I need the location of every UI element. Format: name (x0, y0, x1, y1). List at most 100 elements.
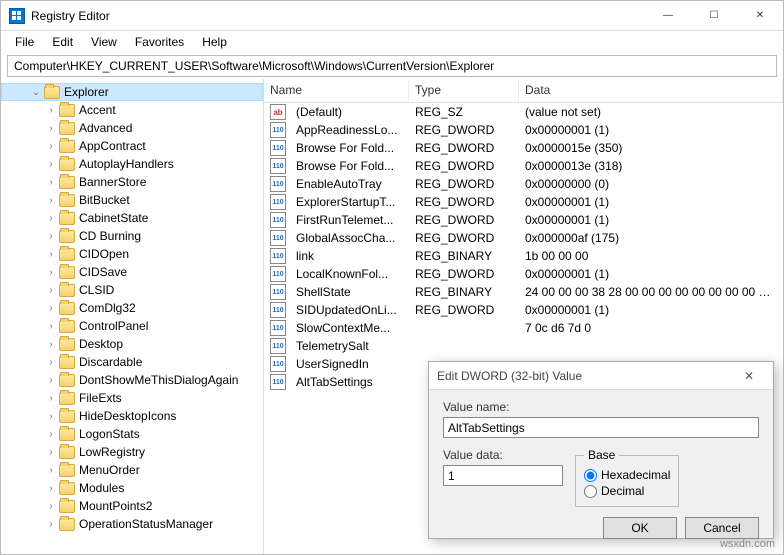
tree-node[interactable]: ›LogonStats (1, 425, 263, 443)
chevron-right-icon[interactable]: › (45, 411, 57, 422)
value-data: 0x0000013e (318) (519, 159, 783, 173)
list-row[interactable]: Browse For Fold...REG_DWORD0x0000013e (3… (264, 157, 783, 175)
chevron-down-icon[interactable]: ⌄ (30, 87, 42, 98)
cancel-button[interactable]: Cancel (685, 517, 759, 539)
list-row[interactable]: (Default)REG_SZ(value not set) (264, 103, 783, 121)
chevron-right-icon[interactable]: › (45, 357, 57, 368)
chevron-right-icon[interactable]: › (45, 465, 57, 476)
list-row[interactable]: TelemetrySalt (264, 337, 783, 355)
list-row[interactable]: SIDUpdatedOnLi...REG_DWORD0x00000001 (1) (264, 301, 783, 319)
ok-button[interactable]: OK (603, 517, 677, 539)
chevron-right-icon[interactable]: › (45, 393, 57, 404)
tree-node[interactable]: ›CIDOpen (1, 245, 263, 263)
tree-node[interactable]: ›DontShowMeThisDialogAgain (1, 371, 263, 389)
tree-node[interactable]: › LowRegistry (1, 443, 263, 461)
col-header-name[interactable]: Name (264, 79, 409, 102)
tree-node[interactable]: ›CLSID (1, 281, 263, 299)
tree-node[interactable]: › CD Burning (1, 227, 263, 245)
chevron-right-icon[interactable]: › (45, 429, 57, 440)
menu-favorites[interactable]: Favorites (127, 33, 192, 51)
value-type: REG_DWORD (409, 303, 519, 317)
maximize-button[interactable]: ☐ (691, 1, 737, 31)
tree-node[interactable]: ›Desktop (1, 335, 263, 353)
menu-help[interactable]: Help (194, 33, 235, 51)
tree-node[interactable]: ›Modules (1, 479, 263, 497)
chevron-right-icon[interactable]: › (45, 321, 57, 332)
chevron-right-icon[interactable]: › (45, 105, 57, 116)
list-row[interactable]: ExplorerStartupT...REG_DWORD0x00000001 (… (264, 193, 783, 211)
menu-view[interactable]: View (83, 33, 125, 51)
tree-node[interactable]: ›BitBucket (1, 191, 263, 209)
tree-node[interactable]: ›OperationStatusManager (1, 515, 263, 533)
list-row[interactable]: Browse For Fold...REG_DWORD0x0000015e (3… (264, 139, 783, 157)
valuename-input[interactable] (443, 417, 759, 438)
dialog-titlebar[interactable]: Edit DWORD (32-bit) Value ✕ (429, 362, 773, 390)
binary-value-icon (270, 302, 286, 318)
folder-icon (59, 212, 75, 225)
list-row[interactable]: SlowContextMe...7 0c d6 7d 0 (264, 319, 783, 337)
chevron-right-icon[interactable]: › (45, 375, 57, 386)
col-header-data[interactable]: Data (519, 79, 783, 102)
hex-radio[interactable] (584, 469, 597, 482)
tree-label: LowRegistry (79, 445, 145, 459)
tree-node[interactable]: ›AppContract (1, 137, 263, 155)
list-row[interactable]: FirstRunTelemet...REG_DWORD0x00000001 (1… (264, 211, 783, 229)
tree-node[interactable]: ›ComDlg32 (1, 299, 263, 317)
menu-edit[interactable]: Edit (44, 33, 81, 51)
list-row[interactable]: GlobalAssocCha...REG_DWORD0x000000af (17… (264, 229, 783, 247)
value-name: GlobalAssocCha... (290, 231, 409, 245)
tree-node[interactable]: ›ControlPanel (1, 317, 263, 335)
folder-icon (44, 86, 60, 99)
value-type: REG_BINARY (409, 285, 519, 299)
menu-file[interactable]: File (7, 33, 42, 51)
tree-label: CD Burning (79, 229, 141, 243)
base-fieldset: Base Hexadecimal Decimal (575, 448, 679, 507)
value-name: AppReadinessLo... (290, 123, 409, 137)
chevron-right-icon[interactable]: › (45, 231, 57, 242)
tree-node[interactable]: › HideDesktopIcons (1, 407, 263, 425)
dec-radio[interactable] (584, 485, 597, 498)
dialog-close-button[interactable]: ✕ (733, 369, 765, 383)
tree-node[interactable]: ›CabinetState (1, 209, 263, 227)
chevron-right-icon[interactable]: › (45, 519, 57, 530)
tree-panel[interactable]: ⌄ Explorer ›Accent›Advanced›AppContract›… (1, 79, 264, 554)
tree-node[interactable]: › MountPoints2 (1, 497, 263, 515)
chevron-right-icon[interactable]: › (45, 213, 57, 224)
chevron-right-icon[interactable]: › (45, 285, 57, 296)
tree-node-explorer[interactable]: ⌄ Explorer (1, 83, 263, 101)
tree-label: MountPoints2 (79, 499, 152, 513)
tree-node[interactable]: ›Accent (1, 101, 263, 119)
chevron-right-icon[interactable]: › (45, 339, 57, 350)
valuedata-input[interactable] (443, 465, 563, 486)
list-row[interactable]: LocalKnownFol...REG_DWORD0x00000001 (1) (264, 265, 783, 283)
tree-node[interactable]: ›Advanced (1, 119, 263, 137)
close-button[interactable]: ✕ (737, 1, 783, 31)
chevron-right-icon[interactable]: › (45, 483, 57, 494)
tree-node[interactable]: ›FileExts (1, 389, 263, 407)
chevron-right-icon[interactable]: › (45, 177, 57, 188)
col-header-type[interactable]: Type (409, 79, 519, 102)
chevron-right-icon[interactable]: › (45, 159, 57, 170)
chevron-right-icon[interactable]: › (45, 501, 57, 512)
tree-node[interactable]: ›CIDSave (1, 263, 263, 281)
address-bar[interactable]: Computer\HKEY_CURRENT_USER\Software\Micr… (7, 55, 777, 77)
chevron-right-icon[interactable]: › (45, 267, 57, 278)
list-row[interactable]: ShellStateREG_BINARY24 00 00 00 38 28 00… (264, 283, 783, 301)
folder-icon (59, 464, 75, 477)
list-row[interactable]: linkREG_BINARY1b 00 00 00 (264, 247, 783, 265)
tree-node[interactable]: ›Discardable (1, 353, 263, 371)
chevron-right-icon[interactable]: › (45, 249, 57, 260)
minimize-button[interactable]: — (645, 1, 691, 31)
tree-node[interactable]: ›AutoplayHandlers (1, 155, 263, 173)
tree-node[interactable]: ›BannerStore (1, 173, 263, 191)
chevron-right-icon[interactable]: › (45, 195, 57, 206)
chevron-right-icon[interactable]: › (45, 447, 57, 458)
list-row[interactable]: AppReadinessLo...REG_DWORD0x00000001 (1) (264, 121, 783, 139)
chevron-right-icon[interactable]: › (45, 141, 57, 152)
list-row[interactable]: EnableAutoTrayREG_DWORD0x00000000 (0) (264, 175, 783, 193)
dialog-title: Edit DWORD (32-bit) Value (437, 369, 733, 383)
chevron-right-icon[interactable]: › (45, 123, 57, 134)
chevron-right-icon[interactable]: › (45, 303, 57, 314)
tree-node[interactable]: ›MenuOrder (1, 461, 263, 479)
tree-label: HideDesktopIcons (79, 409, 176, 423)
